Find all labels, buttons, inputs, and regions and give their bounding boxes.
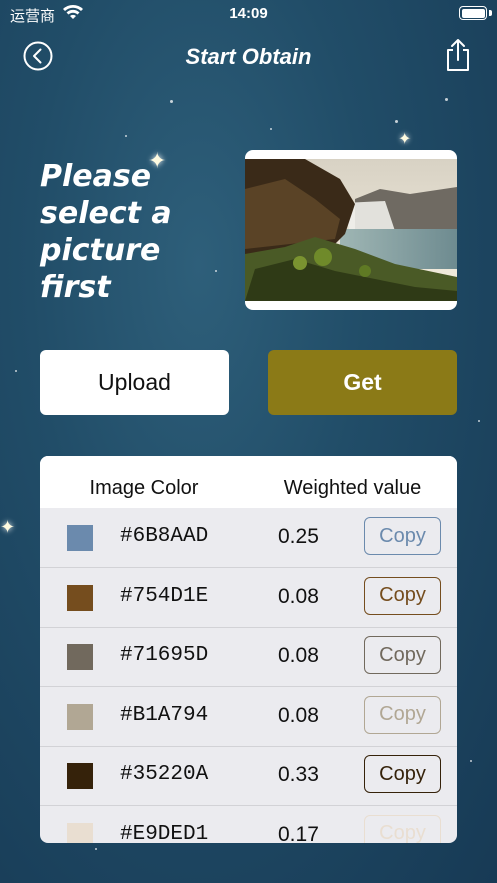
weighted-value: 0.17 [278, 822, 319, 844]
copy-button[interactable]: Copy [364, 517, 441, 555]
hex-value: #71695D [120, 644, 209, 667]
copy-button[interactable]: Copy [364, 576, 441, 615]
image-preview[interactable] [245, 150, 457, 310]
table-row: #6B8AAD 0.25 Copy [40, 508, 457, 568]
color-swatch [67, 703, 93, 730]
weighted-value: 0.08 [278, 644, 319, 667]
color-swatch [67, 763, 93, 789]
share-icon[interactable] [445, 38, 471, 72]
copy-button[interactable]: Copy [364, 755, 441, 793]
table-row: #B1A794 0.08 Copy [40, 687, 457, 747]
copy-button[interactable]: Copy [364, 814, 441, 843]
copy-button[interactable]: Copy [364, 636, 441, 674]
clock: 14:09 [229, 5, 268, 22]
color-swatch [67, 822, 93, 843]
hex-value: #B1A794 [120, 703, 209, 727]
copy-button[interactable]: Copy [364, 695, 441, 734]
table-row: #71695D 0.08 Copy [40, 627, 457, 687]
hex-value: #35220A [120, 763, 209, 786]
upload-button[interactable]: Upload [40, 350, 229, 415]
waterfall-photo [245, 159, 457, 301]
table-row: #754D1E 0.08 Copy [40, 568, 457, 628]
select-picture-prompt: Please select a picture first [40, 159, 172, 305]
weighted-value: 0.25 [278, 525, 319, 548]
page-title: Start Obtain [185, 44, 312, 69]
table-row: #35220A 0.33 Copy [40, 746, 457, 806]
get-button[interactable]: Get [268, 350, 457, 415]
status-bar: 运营商 14:09 [0, 0, 497, 30]
weighted-value: 0.08 [278, 584, 319, 608]
color-swatch [67, 584, 93, 611]
battery-icon [459, 6, 487, 20]
weighted-value: 0.33 [278, 763, 319, 786]
color-swatch [67, 525, 93, 551]
table-header: Image Color Weighted value [40, 456, 457, 508]
column-header-image-color: Image Color [89, 477, 199, 499]
nav-bar: Start Obtain [0, 34, 497, 78]
hex-value: #754D1E [120, 584, 209, 608]
battery-tip [489, 10, 492, 16]
hex-value: #6B8AAD [120, 525, 209, 548]
table-row: #E9DED1 0.17 Copy [40, 806, 457, 844]
color-table: Image Color Weighted value #6B8AAD 0.25 Co… [40, 456, 457, 843]
hex-value: #E9DED1 [120, 822, 209, 844]
color-swatch [67, 644, 93, 670]
weighted-value: 0.08 [278, 703, 319, 727]
column-header-weighted-value: Weighted value [283, 477, 422, 499]
